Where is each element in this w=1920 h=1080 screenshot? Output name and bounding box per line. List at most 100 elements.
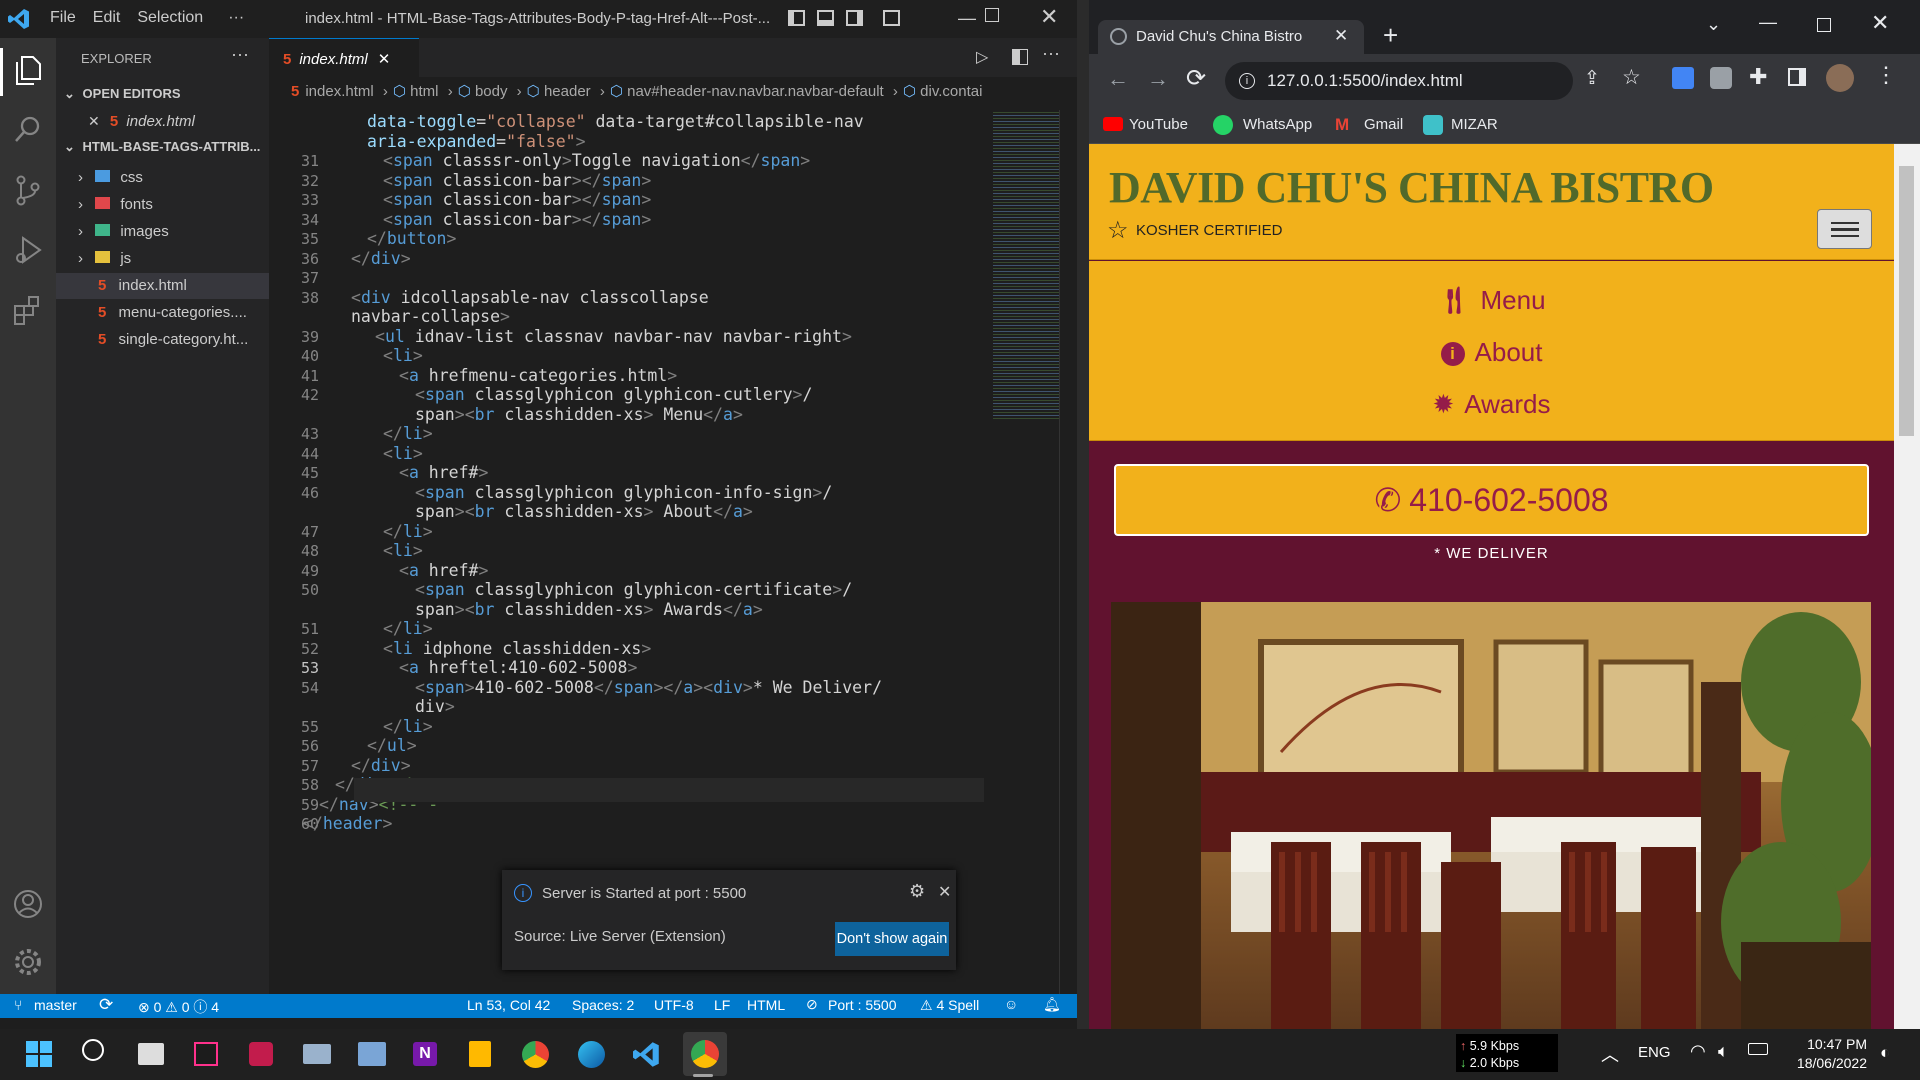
breadcrumb-item[interactable]: div.contai	[920, 83, 982, 100]
file-index-html[interactable]: 5 index.html	[56, 273, 269, 299]
sync-icon[interactable]: ⟳	[99, 995, 113, 1015]
menu-edit[interactable]: Edit	[93, 9, 121, 27]
code-line[interactable]: <span>410-602-5008</span></a><div>* We D…	[415, 676, 882, 700]
customize-layout-icon[interactable]	[883, 10, 900, 26]
status-branch[interactable]: master	[34, 997, 77, 1013]
code-area[interactable]: data-toggle="collapse" data-target#colla…	[269, 110, 989, 994]
show-hidden-icons-chevron-icon[interactable]: ︿	[1601, 1041, 1619, 1067]
tab-index-html[interactable]: 5 index.html ✕	[269, 38, 419, 77]
bookmark-youtube[interactable]: YouTube	[1129, 116, 1188, 133]
search-icon[interactable]	[13, 114, 43, 149]
side-panel-icon[interactable]	[1788, 68, 1806, 86]
status-encoding[interactable]: UTF-8	[654, 997, 694, 1013]
menu-more[interactable]: ···	[228, 9, 244, 27]
toggle-sidebar-icon[interactable]	[788, 10, 805, 26]
reload-icon[interactable]: ⟳	[1186, 64, 1206, 93]
volume-icon[interactable]: 🔈︎	[1718, 1041, 1729, 1062]
bookmark-whatsapp[interactable]: WhatsApp	[1243, 116, 1312, 133]
battery-icon[interactable]	[1748, 1043, 1768, 1055]
chrome-taskbar-icon[interactable]	[522, 1041, 549, 1068]
scrollbar-thumb[interactable]	[1899, 166, 1914, 436]
chrome-maximize-button[interactable]	[1817, 18, 1831, 32]
status-spell[interactable]: ⚠ 4 Spell	[920, 997, 979, 1014]
menu-file[interactable]: File	[50, 9, 76, 27]
notification-close-icon[interactable]: ✕	[938, 882, 951, 902]
system-clock[interactable]: 10:47 PM 18/06/2022	[1787, 1035, 1867, 1073]
minimize-button[interactable]: —	[958, 8, 976, 29]
file-single-category[interactable]: 5 single-category.ht...	[56, 327, 269, 353]
search-icon[interactable]	[82, 1039, 104, 1061]
git-branch-icon[interactable]: ⑂	[14, 997, 22, 1013]
back-arrow-icon[interactable]: ←	[1107, 66, 1129, 92]
nav-awards-link[interactable]: ✹ Awards	[1089, 389, 1894, 420]
status-indent[interactable]: Spaces: 2	[572, 997, 634, 1013]
close-button[interactable]: ✕	[1040, 4, 1058, 30]
nav-menu-link[interactable]: 🍴︎ Menu	[1089, 285, 1894, 316]
code-line[interactable]: </header>	[303, 812, 392, 836]
editor-more-icon[interactable]: ···	[1042, 43, 1060, 64]
code-line[interactable]: span><br classhidden-xs> Awards</a>	[415, 598, 763, 622]
page-scrollbar[interactable]	[1894, 144, 1920, 1029]
chrome-profile-taskbar-icon[interactable]	[691, 1040, 719, 1068]
phone-button[interactable]: ✆ 410-602-5008	[1114, 464, 1869, 536]
minimap[interactable]	[993, 110, 1063, 420]
close-icon[interactable]: ✕	[378, 51, 391, 68]
folder-css[interactable]: › css	[56, 165, 269, 191]
task-view-icon[interactable]	[138, 1043, 164, 1065]
status-problems[interactable]: ⊗ 0 ⚠ 0 ⓘ 4	[138, 997, 219, 1017]
app-icon-1[interactable]	[249, 1042, 273, 1066]
desktop-app-icon[interactable]	[358, 1042, 386, 1066]
status-language[interactable]: HTML	[747, 997, 785, 1013]
settings-gear-icon[interactable]	[13, 946, 43, 983]
wifi-icon[interactable]: ◠	[1690, 1041, 1706, 1062]
project-section[interactable]: ⌄ HTML-BASE-TAGS-ATTRIB...	[56, 134, 269, 160]
profile-avatar[interactable]	[1826, 64, 1854, 92]
folder-js[interactable]: › js	[56, 246, 269, 272]
explorer-more-icon[interactable]: ···	[231, 44, 249, 65]
open-editors-section[interactable]: ⌄ OPEN EDITORS	[56, 81, 269, 107]
close-icon[interactable]: ✕	[88, 113, 100, 129]
vertical-scrollbar[interactable]	[1059, 110, 1077, 994]
explorer-icon[interactable]	[13, 54, 43, 91]
navbar-toggle-button[interactable]	[1817, 209, 1872, 249]
toggle-panel-icon[interactable]	[817, 10, 834, 26]
extensions-icon[interactable]	[13, 294, 43, 331]
bookmark-gmail[interactable]: Gmail	[1364, 116, 1403, 133]
run-debug-icon[interactable]	[13, 234, 43, 271]
maximize-button[interactable]	[985, 8, 999, 22]
share-icon[interactable]: ⇪	[1584, 67, 1600, 90]
status-live-server-port[interactable]: Port : 5500	[828, 997, 897, 1013]
feedback-icon[interactable]: ☺	[1004, 996, 1018, 1012]
notepad-icon[interactable]	[469, 1041, 491, 1067]
extension-icon[interactable]	[1710, 67, 1732, 89]
toggle-secondary-sidebar-icon[interactable]	[846, 10, 863, 26]
chrome-tab-active[interactable]: David Chu's China Bistro ✕	[1098, 20, 1364, 54]
intellij-icon[interactable]	[194, 1042, 218, 1066]
breadcrumb-item[interactable]: body	[475, 83, 508, 100]
bookmark-star-icon[interactable]: ☆	[1622, 65, 1641, 90]
onenote-icon[interactable]: N	[413, 1042, 437, 1066]
chrome-menu-icon[interactable]: ⋮	[1875, 62, 1897, 88]
vscode-taskbar-icon[interactable]	[633, 1041, 660, 1068]
chrome-close-button[interactable]: ✕	[1871, 10, 1889, 36]
status-cursor-position[interactable]: Ln 53, Col 42	[467, 997, 550, 1013]
folder-fonts[interactable]: › fonts	[56, 192, 269, 218]
edge-icon[interactable]	[578, 1041, 605, 1068]
notification-center-icon[interactable]: ◐	[1880, 1043, 1890, 1063]
code-line[interactable]: span><br classhidden-xs> Menu</a>	[415, 403, 743, 427]
input-language[interactable]: ENG	[1638, 1044, 1671, 1061]
code-line[interactable]: </div>	[351, 247, 411, 271]
status-eol[interactable]: LF	[714, 997, 730, 1013]
menu-selection[interactable]: Selection	[137, 9, 203, 27]
tab-close-icon[interactable]: ✕	[1334, 26, 1348, 46]
breadcrumb-item[interactable]: header	[544, 83, 591, 100]
extensions-puzzle-icon[interactable]: ✚	[1749, 64, 1767, 90]
notifications-bell-icon[interactable]: 🔔︎	[1043, 996, 1061, 1013]
accounts-icon[interactable]	[13, 888, 43, 925]
breadcrumb-item[interactable]: nav#header-nav.navbar.navbar-default	[627, 83, 884, 100]
brand-title[interactable]: DAVID CHU'S CHINA BISTRO	[1109, 162, 1714, 213]
translate-extension-icon[interactable]	[1672, 67, 1694, 89]
file-menu-categories[interactable]: 5 menu-categories....	[56, 300, 269, 326]
code-line[interactable]: span><br classhidden-xs> About</a>	[415, 500, 753, 524]
start-windows-icon[interactable]	[26, 1041, 52, 1067]
